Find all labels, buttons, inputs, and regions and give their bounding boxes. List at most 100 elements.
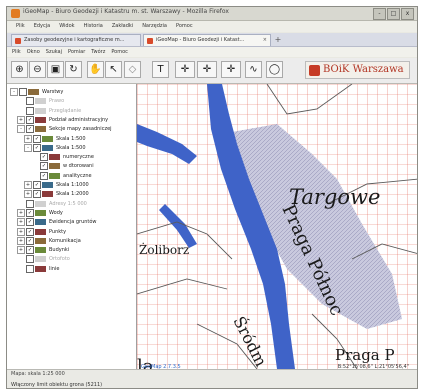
layer-checkbox[interactable]: ✓ [33,190,41,199]
layer-row[interactable]: Przeglądanie [7,106,136,115]
menu-tools[interactable]: Narzędzia [142,21,167,32]
measure-area-icon[interactable]: ✛ [197,61,217,78]
layer-checkbox[interactable] [26,199,34,208]
layer-checkbox[interactable]: ✓ [40,171,48,180]
expand-icon[interactable]: + [17,218,25,227]
layer-checkbox[interactable] [26,255,34,264]
layer-row[interactable]: Adresy 1:5 000 [7,199,136,208]
collapse-icon[interactable]: - [10,88,18,96]
layer-label: Przeglądanie [49,107,82,114]
layer-checkbox[interactable]: ✓ [33,181,41,189]
collapse-icon[interactable]: - [17,125,25,134]
layer-checkbox[interactable]: ✓ [26,227,34,236]
new-tab-button[interactable]: + [274,35,282,44]
layer-checkbox[interactable]: ✓ [26,208,34,217]
layer-row[interactable]: Prawo [7,97,136,106]
layer-checkbox[interactable] [19,88,27,96]
menu-history[interactable]: Historia [84,21,103,32]
expand-icon[interactable]: + [17,208,25,217]
measure-distance-icon[interactable]: ✛ [175,61,195,78]
menu-bookmarks[interactable]: Zakładki [112,21,133,32]
refresh-icon[interactable]: ↻ [65,61,82,78]
layer-checkbox[interactable] [26,106,34,115]
layer-icon [49,154,60,161]
layer-row[interactable]: + ✓ Punkty [7,227,136,236]
layer-row[interactable]: - ✓ Sekcje mapy zasadniczej [7,125,136,134]
tab-zasoby[interactable]: Zasoby geodezyjne i kartograficzne m... [11,34,141,46]
map-canvas[interactable]: Praga Północ Targowe Żoliborz Śródm Prag… [137,84,417,369]
expand-icon[interactable]: + [24,134,32,143]
layer-checkbox[interactable]: ✓ [40,153,48,162]
layer-checkbox[interactable]: ✓ [26,246,34,255]
layer-row[interactable]: linie [7,264,136,273]
app-menu-create[interactable]: Twórz [91,47,105,57]
zoom-in-icon[interactable]: ⊕ [11,61,28,78]
layer-row[interactable]: + ✓ Komunikacja [7,236,136,245]
expand-icon[interactable]: + [17,236,25,245]
app-menu-help[interactable]: Pomoc [111,47,128,57]
layer-row[interactable]: + ✓ Budynki [7,246,136,255]
tab-igeomap[interactable]: iGeoMap - Biuro Geodezji i Katast... × [143,34,271,46]
pan-icon[interactable]: ✋ [87,61,104,78]
menu-file[interactable]: Plik [16,21,25,32]
layer-checkbox[interactable] [26,97,34,106]
app-menu-file[interactable]: Plik [12,47,21,57]
layer-icon [35,237,46,244]
layer-row[interactable]: Ortofoto [7,255,136,264]
tab-close-icon[interactable]: × [263,37,267,43]
expand-icon[interactable]: + [24,181,32,189]
layer-checkbox[interactable]: ✓ [26,125,34,134]
layer-row[interactable]: + ✓ Ewidencja gruntów [7,218,136,227]
menu-edit[interactable]: Edycja [34,21,51,32]
layer-checkbox[interactable]: ✓ [33,143,41,152]
polygon-icon[interactable]: ◯ [266,61,283,78]
menu-view[interactable]: Widok [59,21,74,32]
layer-icon [49,163,60,170]
layer-row[interactable]: ✓ w dtorowani [7,162,136,171]
layer-row[interactable]: + ✓ Skala 1:2000 [7,190,136,199]
layer-icon [35,200,46,207]
layer-row[interactable]: ✓ numeryczne [7,153,136,162]
layer-checkbox[interactable]: ✓ [33,134,41,143]
map-toolbar: ⊕ ⊖ ▣ ↻ ✋ ↖ ◇ T ✛ ✛ ✛ ∿ ◯ BOiK Warszawa [7,58,417,84]
expand-icon[interactable]: + [17,115,25,124]
layer-row[interactable]: + ✓ Skala 1:1000 [7,181,136,189]
app-menu-window[interactable]: Okno [27,47,40,57]
layer-checkbox[interactable] [26,264,34,273]
app-menu-bar: Plik Okno Szukaj Pomiar Twórz Pomoc [7,47,417,57]
maximize-button[interactable]: □ [387,8,400,20]
layer-row[interactable]: ✓ analityczne [7,171,136,180]
polyline-icon[interactable]: ∿ [245,61,262,78]
layer-row[interactable]: - Warstwy [7,88,136,96]
layer-checkbox[interactable]: ✓ [26,218,34,227]
expand-icon[interactable]: + [17,227,25,236]
layer-label: w dtorowani [63,163,94,170]
layer-row[interactable]: + ✓ Skala 1:500 [7,134,136,143]
menu-help[interactable]: Pomoc [176,21,193,32]
layer-label: linie [49,265,60,272]
layer-checkbox[interactable]: ✓ [40,162,48,171]
collapse-icon[interactable]: - [24,143,32,152]
close-button[interactable]: x [401,8,414,20]
layer-label: Skala 1:500 [56,135,86,142]
layer-checkbox[interactable]: ✓ [26,236,34,245]
info-icon[interactable]: ◇ [124,61,141,78]
expand-icon[interactable]: + [17,246,25,255]
measure-coord-icon[interactable]: ✛ [221,61,241,78]
app-menu-search[interactable]: Szukaj [46,47,62,57]
select-icon[interactable]: ↖ [105,61,122,78]
layer-checkbox[interactable]: ✓ [26,115,34,124]
app-menu-measure[interactable]: Pomiar [68,47,85,57]
text-tool-icon[interactable]: T [152,61,169,78]
zoom-extent-icon[interactable]: ▣ [47,61,64,78]
layer-row[interactable]: + ✓ Podział administracyjny [7,115,136,124]
layer-label: Komunikacja [49,237,81,244]
layer-row[interactable]: - ✓ Skala 1:500 [7,143,136,152]
layer-row[interactable]: + ✓ Wody [7,208,136,217]
zoom-out-icon[interactable]: ⊖ [29,61,46,78]
minimize-button[interactable]: - [373,8,386,20]
expand-icon[interactable]: + [24,190,32,199]
layer-icon [42,191,53,198]
layer-label: numeryczne [63,154,94,161]
layer-icon [35,228,46,235]
